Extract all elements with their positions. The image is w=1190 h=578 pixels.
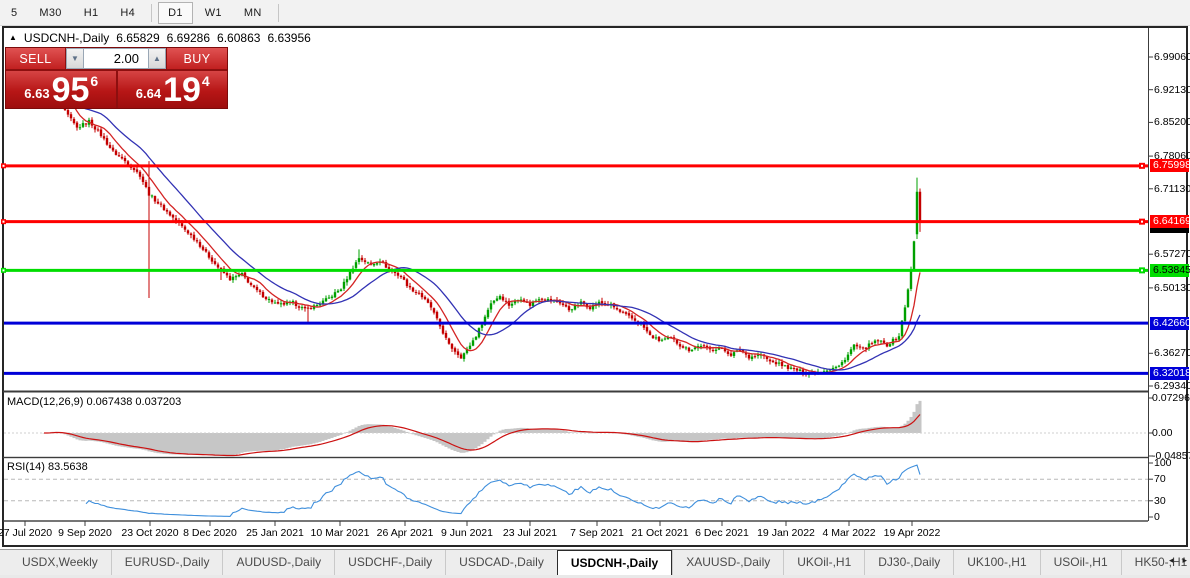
date-label: 7 Sep 2021 [570, 527, 624, 539]
rsi-axis-tick: 70 [1154, 473, 1188, 485]
buy-price-big: 19 [163, 75, 201, 105]
date-label: 23 Oct 2020 [121, 527, 178, 539]
price-level-label-6.75998: 6.75998 [1150, 159, 1189, 172]
volume-increase-button[interactable]: ▲ [148, 48, 166, 69]
tab-usdx-weekly[interactable]: USDX,Weekly [9, 550, 111, 575]
price-axis-tick: 6.57270 [1154, 248, 1188, 260]
price-axis-tick: 6.71130 [1154, 183, 1188, 195]
date-label: 10 Mar 2021 [311, 527, 370, 539]
tab-usdchf-daily[interactable]: USDCHF-,Daily [334, 550, 445, 575]
tab-usdcad-daily[interactable]: USDCAD-,Daily [445, 550, 557, 575]
price-axis-tick: 6.99060 [1154, 51, 1188, 63]
price-level-label-6.32018: 6.32018 [1150, 367, 1189, 380]
date-label: 6 Dec 2021 [695, 527, 749, 539]
volume-decrease-button[interactable]: ▼ [66, 48, 84, 69]
date-label: 19 Apr 2022 [884, 527, 941, 539]
buy-price-prefix: 6.64 [136, 86, 161, 101]
ohlc-open: 6.65829 [116, 31, 159, 45]
tab-ukoil-h1[interactable]: UKOil-,H1 [783, 550, 864, 575]
date-label: 9 Jun 2021 [441, 527, 493, 539]
date-label: 8 Dec 2020 [183, 527, 237, 539]
tab-scroll-controls: ◂ ▸ [1169, 555, 1187, 566]
date-label: 9 Sep 2020 [58, 527, 112, 539]
rsi-line [86, 465, 920, 516]
chart-symbol-label: USDCNH-,Daily [24, 31, 109, 45]
tab-xauusd-daily[interactable]: XAUUSD-,Daily [672, 550, 783, 575]
buy-price-button[interactable]: 6.64 19 4 [117, 71, 228, 108]
price-axis-tick: 6.50130 [1154, 282, 1188, 294]
date-label: 27 Jul 2020 [0, 527, 52, 539]
rsi-axis-tick: 30 [1154, 495, 1188, 507]
trading-platform-window: 5M30H1H4D1W1MN ▲ USDCNH-,Daily 6.65829 6… [0, 0, 1190, 578]
rsi-level-lines [4, 479, 1148, 501]
sell-price-sup: 6 [90, 73, 98, 89]
tab-audusd-daily[interactable]: AUDUSD-,Daily [222, 550, 334, 575]
chart-tab-bar: USDX,WeeklyEURUSD-,DailyAUDUSD-,DailyUSD… [0, 549, 1190, 575]
price-candles [43, 79, 921, 378]
price-axis-tick: 6.36270 [1154, 347, 1188, 359]
date-label: 19 Jan 2022 [757, 527, 815, 539]
tab-eurusd-daily[interactable]: EURUSD-,Daily [111, 550, 223, 575]
price-level-label-6.42660: 6.42660 [1150, 317, 1189, 330]
rsi-axis-tick: 100 [1154, 457, 1188, 469]
sell-price-prefix: 6.63 [24, 86, 49, 101]
price-axis-tick: 6.85200 [1154, 116, 1188, 128]
date-label: 21 Oct 2021 [631, 527, 688, 539]
ohlc-low: 6.60863 [217, 31, 260, 45]
macd-axis-tick: 0.072963 [1152, 392, 1189, 404]
date-label: 4 Mar 2022 [822, 527, 875, 539]
one-click-trading-panel: SELL ▼ 2.00 ▲ BUY 6.63 95 6 6.64 19 4 [5, 47, 228, 109]
rsi-indicator-label: RSI(14) 83.5638 [7, 461, 88, 473]
tab-dj30-daily[interactable]: DJ30-,Daily [864, 550, 953, 575]
volume-input[interactable]: 2.00 [84, 48, 148, 69]
ohlc-close: 6.63956 [267, 31, 310, 45]
bid-price-label [1150, 228, 1189, 233]
tab-usdcnh-daily[interactable]: USDCNH-,Daily [557, 550, 672, 575]
price-level-label-6.53845: 6.53845 [1150, 264, 1189, 277]
rsi-axis-tick: 0 [1154, 511, 1188, 523]
date-label: 23 Jul 2021 [503, 527, 557, 539]
price-level-label-6.64169: 6.64169 [1150, 215, 1189, 228]
macd-axis-tick: 0.00 [1152, 427, 1189, 439]
sell-price-big: 95 [52, 75, 90, 105]
ohlc-high: 6.69286 [167, 31, 210, 45]
sell-button[interactable]: SELL [6, 48, 66, 69]
chart-title: ▲ USDCNH-,Daily 6.65829 6.69286 6.60863 … [9, 31, 311, 45]
buy-button[interactable]: BUY [166, 48, 227, 69]
sell-price-button[interactable]: 6.63 95 6 [6, 71, 117, 108]
price-axis-tick: 6.92130 [1154, 84, 1188, 96]
tab-usoil-h1[interactable]: USOil-,H1 [1040, 550, 1121, 575]
tab-uk100-h1[interactable]: UK100-,H1 [953, 550, 1039, 575]
horizontal-level-line-6.53845[interactable] [1, 267, 1148, 273]
tab-scroll-right-icon[interactable]: ▸ [1182, 555, 1187, 566]
tab-scroll-left-icon[interactable]: ◂ [1169, 555, 1174, 566]
collapse-icon[interactable]: ▲ [9, 33, 17, 42]
horizontal-level-line-6.75998[interactable] [1, 163, 1148, 169]
date-label: 26 Apr 2021 [377, 527, 434, 539]
date-label: 25 Jan 2021 [246, 527, 304, 539]
price-axis-tick: 6.29340 [1154, 380, 1188, 392]
macd-indicator-label: MACD(12,26,9) 0.067438 0.037203 [7, 396, 181, 408]
buy-price-sup: 4 [202, 73, 210, 89]
